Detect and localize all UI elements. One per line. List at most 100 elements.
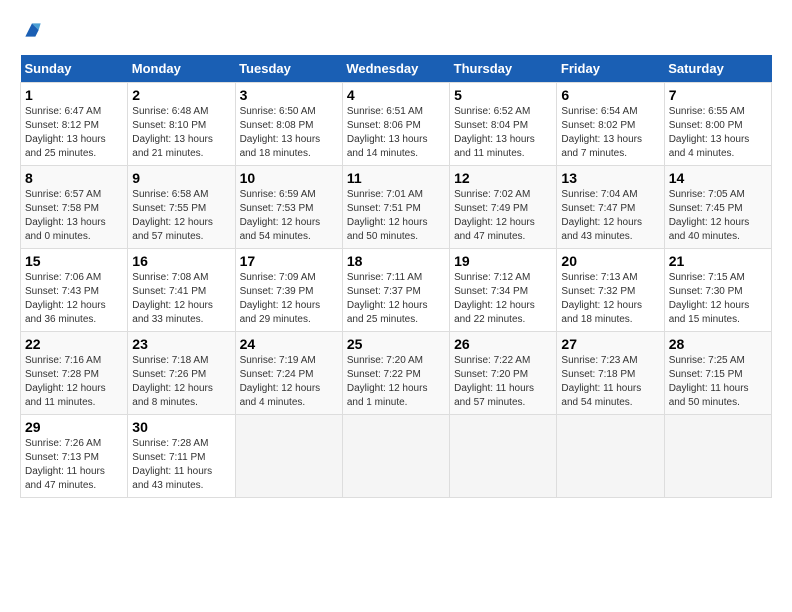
day-number: 6 [561, 87, 659, 103]
calendar-cell: 17 Sunrise: 7:09 AM Sunset: 7:39 PM Dayli… [235, 249, 342, 332]
day-info: Sunrise: 7:19 AM Sunset: 7:24 PM Dayligh… [240, 354, 338, 410]
day-number: 29 [25, 419, 123, 435]
calendar-cell: 27 Sunrise: 7:23 AM Sunset: 7:18 PM Dayli… [557, 332, 664, 415]
calendar-cell: 13 Sunrise: 7:04 AM Sunset: 7:47 PM Dayli… [557, 166, 664, 249]
header-friday: Friday [557, 55, 664, 83]
day-number: 11 [347, 170, 445, 186]
day-info: Sunrise: 6:57 AM Sunset: 7:58 PM Dayligh… [25, 188, 123, 244]
calendar-cell: 4 Sunrise: 6:51 AM Sunset: 8:06 PM Daylig… [342, 83, 449, 166]
day-number: 23 [132, 336, 230, 352]
day-number: 12 [454, 170, 552, 186]
calendar-cell: 1 Sunrise: 6:47 AM Sunset: 8:12 PM Daylig… [21, 83, 128, 166]
day-info: Sunrise: 7:28 AM Sunset: 7:11 PM Dayligh… [132, 437, 230, 493]
day-number: 14 [669, 170, 767, 186]
header-wednesday: Wednesday [342, 55, 449, 83]
calendar-week-4: 22 Sunrise: 7:16 AM Sunset: 7:28 PM Dayli… [21, 332, 772, 415]
day-info: Sunrise: 6:58 AM Sunset: 7:55 PM Dayligh… [132, 188, 230, 244]
day-number: 20 [561, 253, 659, 269]
calendar-table: SundayMondayTuesdayWednesdayThursdayFrid… [20, 55, 772, 498]
day-info: Sunrise: 7:05 AM Sunset: 7:45 PM Dayligh… [669, 188, 767, 244]
day-number: 30 [132, 419, 230, 435]
calendar-cell [664, 415, 771, 498]
calendar-cell: 8 Sunrise: 6:57 AM Sunset: 7:58 PM Daylig… [21, 166, 128, 249]
day-info: Sunrise: 7:09 AM Sunset: 7:39 PM Dayligh… [240, 271, 338, 327]
day-info: Sunrise: 6:50 AM Sunset: 8:08 PM Dayligh… [240, 105, 338, 161]
calendar-week-5: 29 Sunrise: 7:26 AM Sunset: 7:13 PM Dayli… [21, 415, 772, 498]
day-number: 10 [240, 170, 338, 186]
day-info: Sunrise: 6:51 AM Sunset: 8:06 PM Dayligh… [347, 105, 445, 161]
calendar-cell: 18Sunrise: 7:11 AM Sunset: 7:37 PM Dayli… [342, 249, 449, 332]
calendar-cell: 22 Sunrise: 7:16 AM Sunset: 7:28 PM Dayli… [21, 332, 128, 415]
day-info: Sunrise: 7:02 AM Sunset: 7:49 PM Dayligh… [454, 188, 552, 244]
day-info: Sunrise: 7:26 AM Sunset: 7:13 PM Dayligh… [25, 437, 123, 493]
day-info: Sunrise: 6:47 AM Sunset: 8:12 PM Dayligh… [25, 105, 123, 161]
day-number: 9 [132, 170, 230, 186]
calendar-cell: 9 Sunrise: 6:58 AM Sunset: 7:55 PM Daylig… [128, 166, 235, 249]
day-info: Sunrise: 7:16 AM Sunset: 7:28 PM Dayligh… [25, 354, 123, 410]
day-info: Sunrise: 6:59 AM Sunset: 7:53 PM Dayligh… [240, 188, 338, 244]
day-info: Sunrise: 7:15 AM Sunset: 7:30 PM Dayligh… [669, 271, 767, 327]
day-number: 19 [454, 253, 552, 269]
calendar-cell: 25 Sunrise: 7:20 AM Sunset: 7:22 PM Dayli… [342, 332, 449, 415]
calendar-cell: 7Sunrise: 6:55 AM Sunset: 8:00 PM Daylig… [664, 83, 771, 166]
day-number: 8 [25, 170, 123, 186]
day-info: Sunrise: 7:12 AM Sunset: 7:34 PM Dayligh… [454, 271, 552, 327]
calendar-cell: 5 Sunrise: 6:52 AM Sunset: 8:04 PM Daylig… [450, 83, 557, 166]
day-number: 25 [347, 336, 445, 352]
day-info: Sunrise: 6:52 AM Sunset: 8:04 PM Dayligh… [454, 105, 552, 161]
calendar-cell: 26 Sunrise: 7:22 AM Sunset: 7:20 PM Dayli… [450, 332, 557, 415]
day-number: 28 [669, 336, 767, 352]
day-info: Sunrise: 7:22 AM Sunset: 7:20 PM Dayligh… [454, 354, 552, 410]
day-info: Sunrise: 7:18 AM Sunset: 7:26 PM Dayligh… [132, 354, 230, 410]
calendar-cell: 15 Sunrise: 7:06 AM Sunset: 7:43 PM Dayli… [21, 249, 128, 332]
calendar-cell: 21 Sunrise: 7:15 AM Sunset: 7:30 PM Dayli… [664, 249, 771, 332]
day-info: Sunrise: 7:20 AM Sunset: 7:22 PM Dayligh… [347, 354, 445, 410]
day-number: 22 [25, 336, 123, 352]
calendar-cell: 2 Sunrise: 6:48 AM Sunset: 8:10 PM Daylig… [128, 83, 235, 166]
day-number: 17 [240, 253, 338, 269]
calendar-cell: 20Sunrise: 7:13 AM Sunset: 7:32 PM Dayli… [557, 249, 664, 332]
calendar-week-1: 1 Sunrise: 6:47 AM Sunset: 8:12 PM Daylig… [21, 83, 772, 166]
day-info: Sunrise: 7:06 AM Sunset: 7:43 PM Dayligh… [25, 271, 123, 327]
day-number: 18 [347, 253, 445, 269]
day-number: 4 [347, 87, 445, 103]
day-number: 26 [454, 336, 552, 352]
page-header [20, 20, 772, 45]
day-number: 1 [25, 87, 123, 103]
header-thursday: Thursday [450, 55, 557, 83]
calendar-cell [235, 415, 342, 498]
day-info: Sunrise: 7:01 AM Sunset: 7:51 PM Dayligh… [347, 188, 445, 244]
day-number: 15 [25, 253, 123, 269]
header-sunday: Sunday [21, 55, 128, 83]
calendar-cell [450, 415, 557, 498]
calendar-cell: 12 Sunrise: 7:02 AM Sunset: 7:49 PM Dayli… [450, 166, 557, 249]
day-number: 24 [240, 336, 338, 352]
calendar-cell: 19 Sunrise: 7:12 AM Sunset: 7:34 PM Dayli… [450, 249, 557, 332]
calendar-cell: 10 Sunrise: 6:59 AM Sunset: 7:53 PM Dayli… [235, 166, 342, 249]
day-info: Sunrise: 7:25 AM Sunset: 7:15 PM Dayligh… [669, 354, 767, 410]
calendar-cell: 6Sunrise: 6:54 AM Sunset: 8:02 PM Daylig… [557, 83, 664, 166]
day-info: Sunrise: 6:48 AM Sunset: 8:10 PM Dayligh… [132, 105, 230, 161]
calendar-cell: 28 Sunrise: 7:25 AM Sunset: 7:15 PM Dayli… [664, 332, 771, 415]
logo [20, 20, 42, 45]
day-number: 5 [454, 87, 552, 103]
day-number: 2 [132, 87, 230, 103]
day-number: 27 [561, 336, 659, 352]
calendar-cell: 29 Sunrise: 7:26 AM Sunset: 7:13 PM Dayli… [21, 415, 128, 498]
calendar-week-2: 8 Sunrise: 6:57 AM Sunset: 7:58 PM Daylig… [21, 166, 772, 249]
calendar-cell: 23 Sunrise: 7:18 AM Sunset: 7:26 PM Dayli… [128, 332, 235, 415]
header-monday: Monday [128, 55, 235, 83]
calendar-cell: 30 Sunrise: 7:28 AM Sunset: 7:11 PM Dayli… [128, 415, 235, 498]
day-number: 13 [561, 170, 659, 186]
day-number: 3 [240, 87, 338, 103]
calendar-cell: 11 Sunrise: 7:01 AM Sunset: 7:51 PM Dayli… [342, 166, 449, 249]
logo-icon [22, 20, 42, 40]
day-info: Sunrise: 7:08 AM Sunset: 7:41 PM Dayligh… [132, 271, 230, 327]
calendar-cell [557, 415, 664, 498]
day-info: Sunrise: 6:55 AM Sunset: 8:00 PM Dayligh… [669, 105, 767, 161]
day-number: 21 [669, 253, 767, 269]
calendar-cell: 16 Sunrise: 7:08 AM Sunset: 7:41 PM Dayli… [128, 249, 235, 332]
day-info: Sunrise: 7:04 AM Sunset: 7:47 PM Dayligh… [561, 188, 659, 244]
day-info: Sunrise: 7:23 AM Sunset: 7:18 PM Dayligh… [561, 354, 659, 410]
day-number: 16 [132, 253, 230, 269]
